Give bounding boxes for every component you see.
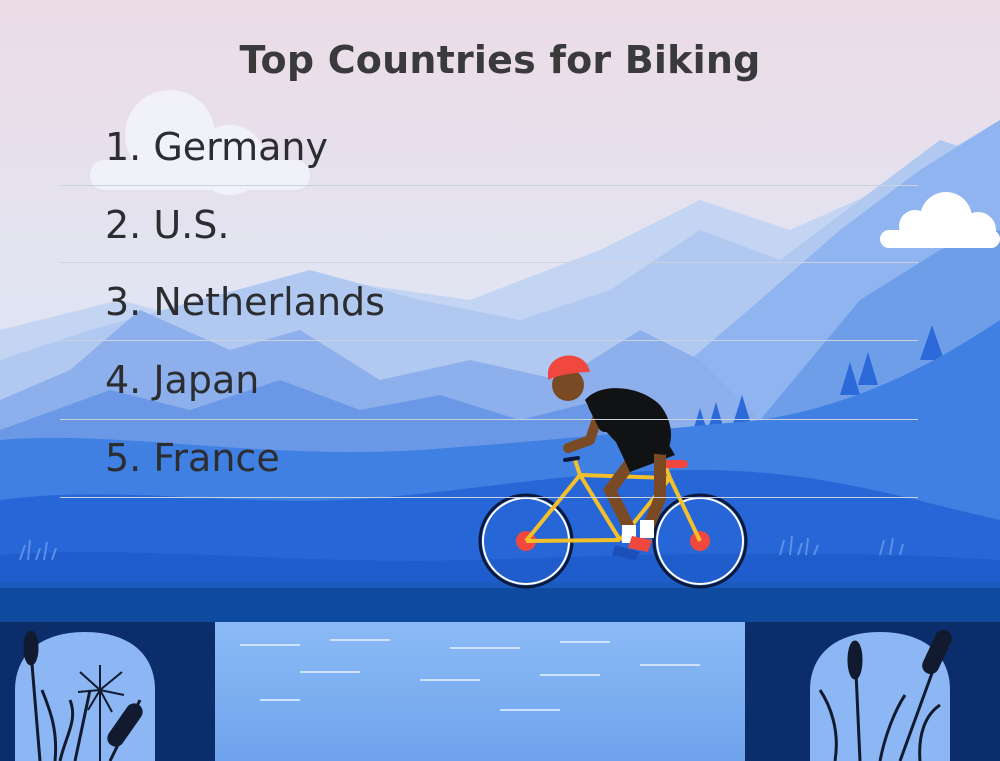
bridge-deck [0,585,1000,622]
ranking-list: 1. Germany 2. U.S. 3. Netherlands 4. Jap… [0,0,1000,520]
list-item: 4. Japan [105,358,260,402]
bridge-deck-top [0,582,1000,588]
divider [60,419,918,420]
list-item: 3. Netherlands [105,280,385,324]
list-item: 2. U.S. [105,203,230,247]
infographic: Top Countries for Biking 1. Germany 2. U… [0,0,1000,761]
divider [60,262,918,263]
water [215,622,745,761]
divider [60,497,918,498]
divider [60,340,918,341]
divider [60,185,918,186]
list-item: 5. France [105,436,280,480]
list-item: 1. Germany [105,125,328,169]
